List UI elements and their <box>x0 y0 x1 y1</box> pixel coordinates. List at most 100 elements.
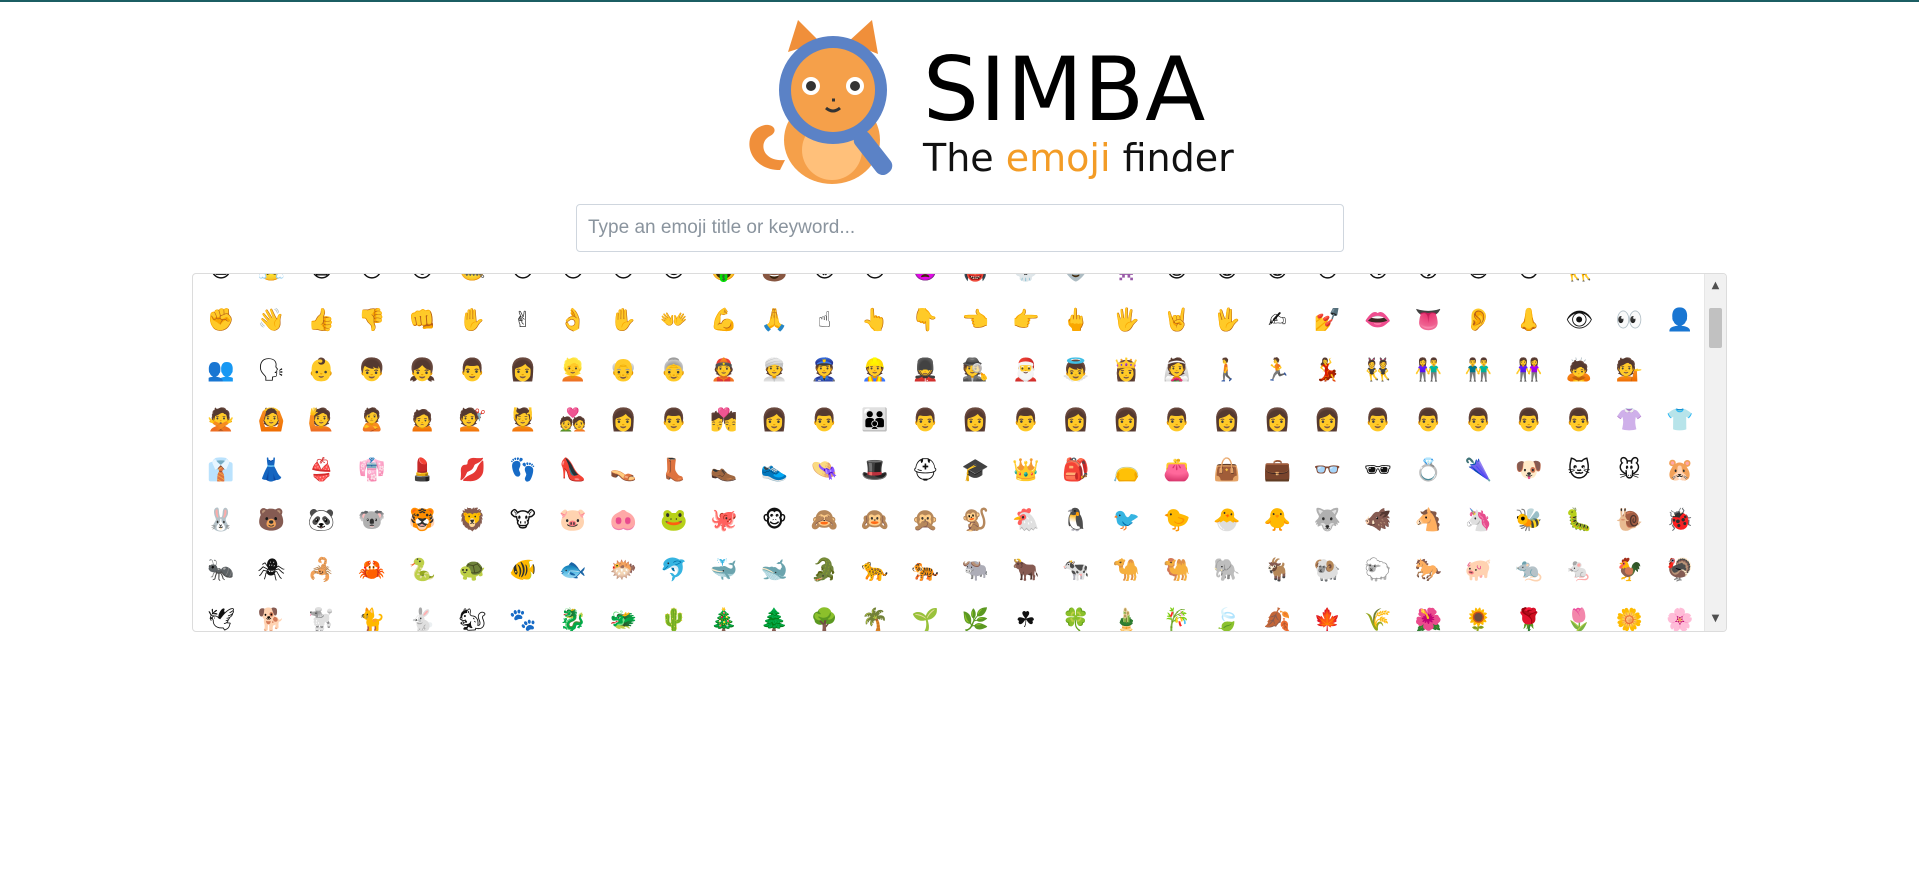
emoji-cell[interactable]: 👩 <box>1312 405 1344 437</box>
emoji-cell[interactable]: 😩 <box>205 274 237 287</box>
emoji-cell[interactable]: 👀 <box>1613 305 1645 337</box>
emoji-cell[interactable]: 🐿 <box>457 605 489 631</box>
emoji-cell[interactable]: 👤 <box>1664 305 1696 337</box>
emoji-cell[interactable]: 🦁 <box>457 505 489 537</box>
emoji-cell[interactable]: 🎍 <box>1110 605 1142 631</box>
emoji-cell[interactable]: 👨 <box>1463 405 1495 437</box>
emoji-cell[interactable]: 👩 <box>758 405 790 437</box>
emoji-cell[interactable]: 💀 <box>1010 274 1042 287</box>
emoji-cell[interactable]: 🏃 <box>1261 355 1293 387</box>
emoji-cell[interactable]: 👨 <box>1412 405 1444 437</box>
emoji-cell[interactable]: 😮 <box>406 274 438 287</box>
emoji-cell[interactable]: 👐 <box>658 305 690 337</box>
emoji-cell[interactable]: ✋ <box>607 305 639 337</box>
emoji-cell[interactable]: 🙋 <box>306 405 338 437</box>
emoji-cell[interactable]: 🐨 <box>356 505 388 537</box>
emoji-cell[interactable]: 👩 <box>607 405 639 437</box>
emoji-cell[interactable]: 🐣 <box>1211 505 1243 537</box>
emoji-cell[interactable]: 🐟 <box>557 555 589 587</box>
emoji-cell[interactable]: 🐱 <box>1563 455 1595 487</box>
emoji-cell[interactable]: ✌ <box>507 305 539 337</box>
emoji-cell[interactable]: ✋ <box>457 305 489 337</box>
emoji-cell[interactable]: 🐌 <box>1613 505 1645 537</box>
emoji-cell[interactable]: 👨 <box>909 405 941 437</box>
emoji-cell[interactable]: 🐖 <box>1463 555 1495 587</box>
emoji-cell[interactable]: 💏 <box>708 405 740 437</box>
emoji-cell[interactable]: 🐹 <box>1664 455 1696 487</box>
emoji-cell[interactable]: 👒 <box>809 455 841 487</box>
emoji-cell[interactable]: 😌 <box>658 274 690 287</box>
emoji-cell[interactable]: 👯 <box>1362 355 1394 387</box>
emoji-cell[interactable]: 👳 <box>758 355 790 387</box>
emoji-cell[interactable]: 👕 <box>1664 405 1696 437</box>
emoji-cell[interactable]: 👩 <box>1060 405 1092 437</box>
emoji-cell[interactable]: 🤐 <box>457 274 489 287</box>
emoji-cell[interactable]: 🍂 <box>1261 605 1293 631</box>
emoji-cell[interactable]: 👼 <box>1060 355 1092 387</box>
emoji-cell[interactable]: 👴 <box>607 355 639 387</box>
emoji-cell[interactable]: 💩 <box>758 274 790 287</box>
emoji-cell[interactable]: 👍 <box>306 305 338 337</box>
emoji-cell[interactable]: 👥 <box>205 355 237 387</box>
emoji-cell[interactable]: 🐇 <box>406 605 438 631</box>
emoji-cell[interactable]: 👊 <box>406 305 438 337</box>
emoji-cell[interactable]: 💆 <box>507 405 539 437</box>
emoji-cell[interactable]: 👗 <box>255 455 287 487</box>
emoji-cell[interactable]: 🎓 <box>960 455 992 487</box>
emoji-cell[interactable]: 🖖 <box>1211 305 1243 337</box>
emoji-cell[interactable]: 💋 <box>457 455 489 487</box>
emoji-cell[interactable]: 👉 <box>1010 305 1042 337</box>
emoji-cell[interactable]: 👙 <box>306 455 338 487</box>
emoji-cell[interactable]: 👇 <box>909 305 941 337</box>
emoji-cell[interactable]: 🐎 <box>1412 555 1444 587</box>
emoji-cell[interactable]: 😼 <box>1362 274 1394 287</box>
emoji-cell[interactable]: 👟 <box>758 455 790 487</box>
emoji-cell[interactable]: 🙀 <box>1463 274 1495 287</box>
emoji-cell[interactable]: 🎒 <box>1060 455 1092 487</box>
emoji-cell[interactable]: 🙏 <box>758 305 790 337</box>
emoji-cell[interactable]: 👫 <box>1412 355 1444 387</box>
emoji-cell[interactable]: 🐍 <box>406 555 438 587</box>
emoji-cell[interactable]: 🐻 <box>255 505 287 537</box>
emoji-cell[interactable]: 🙍 <box>406 405 438 437</box>
emoji-cell[interactable]: 🐪 <box>1110 555 1142 587</box>
search-input[interactable] <box>576 204 1344 252</box>
emoji-cell[interactable]: 🕷 <box>255 555 287 587</box>
emoji-cell[interactable]: 🐂 <box>1010 555 1042 587</box>
emoji-cell[interactable]: 👪 <box>859 405 891 437</box>
emoji-cell[interactable]: 🍁 <box>1312 605 1344 631</box>
emoji-cell[interactable]: 👨 <box>1161 405 1193 437</box>
emoji-cell[interactable]: 🐁 <box>1563 555 1595 587</box>
emoji-cell[interactable]: 💼 <box>1261 455 1293 487</box>
emoji-cell[interactable]: 🐸 <box>658 505 690 537</box>
emoji-cell[interactable]: 🐧 <box>1060 505 1092 537</box>
emoji-cell[interactable]: 🦃 <box>1664 555 1696 587</box>
emoji-cell[interactable]: 🐋 <box>758 555 790 587</box>
emoji-cell[interactable]: 👁 <box>1563 305 1595 337</box>
emoji-cell[interactable]: 👃 <box>1513 305 1545 337</box>
emoji-cell[interactable]: 👨 <box>1010 405 1042 437</box>
emoji-cell[interactable]: ⛑ <box>909 455 941 487</box>
emoji-cell[interactable]: 💑 <box>557 405 589 437</box>
emoji-cell[interactable]: 😽 <box>1412 274 1444 287</box>
emoji-cell[interactable]: 👠 <box>557 455 589 487</box>
emoji-cell[interactable]: 👨 <box>457 355 489 387</box>
scroll-up-arrow[interactable]: ▲ <box>1705 278 1726 294</box>
emoji-cell[interactable]: 👣 <box>507 455 539 487</box>
emoji-cell[interactable]: 🐑 <box>1362 555 1394 587</box>
emoji-cell[interactable]: 🕶 <box>1362 455 1394 487</box>
emoji-cell[interactable]: 💄 <box>406 455 438 487</box>
emoji-cell[interactable]: 👶 <box>306 355 338 387</box>
emoji-cell[interactable]: 😷 <box>306 274 338 287</box>
emoji-cell[interactable]: 👌 <box>557 305 589 337</box>
emoji-cell[interactable]: 🙇 <box>1563 355 1595 387</box>
emoji-cell[interactable]: 👨 <box>1563 405 1595 437</box>
emoji-cell[interactable]: 👬 <box>1463 355 1495 387</box>
emoji-cell[interactable]: 🐤 <box>1161 505 1193 537</box>
emoji-cell[interactable]: 🐴 <box>1412 505 1444 537</box>
emoji-cell[interactable]: 👰 <box>1161 355 1193 387</box>
emoji-cell[interactable]: 😤 <box>255 274 287 287</box>
emoji-cell[interactable]: 🤑 <box>708 274 740 287</box>
emoji-cell[interactable]: 👭 <box>1513 355 1545 387</box>
emoji-cell[interactable]: 🐭 <box>1613 455 1645 487</box>
